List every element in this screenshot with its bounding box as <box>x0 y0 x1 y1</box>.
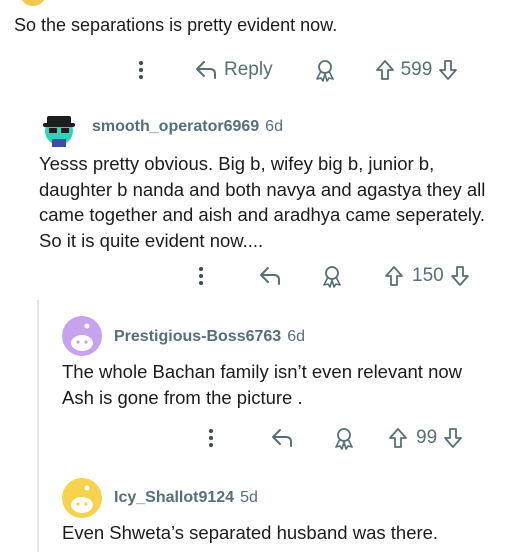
comment-author[interactable]: smooth_operator6969 <box>92 118 259 136</box>
downvote-icon <box>439 60 458 80</box>
reply-icon <box>272 429 292 447</box>
snoo-avatar-icon <box>71 485 93 513</box>
comment-1-meta: smooth_operator6969 6d <box>92 118 283 136</box>
award-button[interactable] <box>320 264 344 288</box>
more-options-button[interactable] <box>192 266 210 286</box>
reply-button[interactable] <box>258 265 282 287</box>
comment-0-text: So the separations is pretty evident now… <box>14 15 338 35</box>
upvote-button[interactable] <box>384 265 404 287</box>
snoo-avatar-icon <box>71 323 93 351</box>
upvote-button[interactable] <box>375 59 395 81</box>
comment-author[interactable]: Prestigious-Boss6763 <box>114 328 281 346</box>
upvote-icon <box>389 428 407 448</box>
downvote-icon <box>444 428 463 448</box>
downvote-button[interactable] <box>450 265 470 287</box>
award-button[interactable] <box>332 426 356 450</box>
snoo-avatar-icon <box>43 116 75 147</box>
comment-1-actions: 150 <box>192 262 470 290</box>
comment-2-meta: Prestigious-Boss6763 6d <box>114 328 305 346</box>
downvote-button[interactable] <box>438 59 458 81</box>
downvote-button[interactable] <box>443 427 463 449</box>
comment-author[interactable]: Icy_Shallot9124 <box>114 489 234 507</box>
reply-label: Reply <box>224 59 273 80</box>
avatar[interactable] <box>62 478 102 518</box>
reply-icon <box>196 61 216 79</box>
avatar[interactable] <box>62 316 102 356</box>
more-options-button[interactable] <box>130 60 152 80</box>
more-options-icon <box>139 61 143 79</box>
reply-button[interactable]: Reply <box>194 59 273 81</box>
vote-score: 99 <box>416 427 438 448</box>
reply-icon <box>260 267 280 285</box>
comment-age: 6d <box>287 328 305 345</box>
avatar[interactable] <box>38 107 80 149</box>
more-options-icon <box>209 429 213 447</box>
comment-2-text: The whole Bachan family isn’t even relev… <box>62 361 463 408</box>
vote-score: 150 <box>412 265 444 286</box>
comment-3-text: Even Shweta’s separated husband was ther… <box>62 522 439 543</box>
top-avatar-partial <box>20 0 46 6</box>
thread-line[interactable] <box>37 300 39 552</box>
upvote-icon <box>385 266 403 286</box>
award-icon <box>335 428 353 450</box>
award-button[interactable] <box>313 58 337 82</box>
upvote-button[interactable] <box>388 427 408 449</box>
award-icon <box>315 60 334 82</box>
comment-0-actions: Reply 599 <box>130 56 458 84</box>
more-options-icon <box>199 267 203 285</box>
vote-score: 599 <box>400 59 433 80</box>
downvote-icon <box>450 266 469 286</box>
award-icon <box>323 266 341 288</box>
comment-age: 6d <box>265 118 283 135</box>
upvote-icon <box>375 60 394 80</box>
comment-1-text: Yesss pretty obvious. Big b, wifey big b… <box>39 153 486 251</box>
comment-2-actions: 99 <box>202 424 463 452</box>
comment-age: 5d <box>240 489 258 506</box>
comment-3-meta: Icy_Shallot9124 5d <box>114 489 258 507</box>
reply-button[interactable] <box>270 427 294 449</box>
more-options-button[interactable] <box>202 428 220 448</box>
